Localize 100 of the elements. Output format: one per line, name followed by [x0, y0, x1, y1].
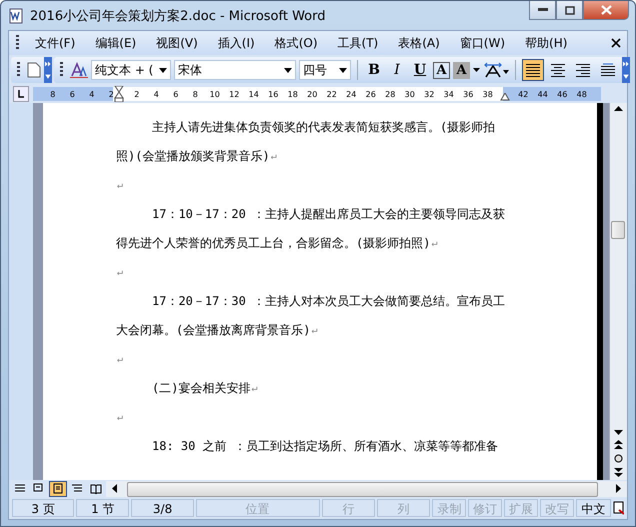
grip-handle[interactable] — [60, 62, 63, 78]
menu-item[interactable]: 格式(O) — [266, 32, 326, 54]
horizontal-ruler[interactable]: 8 6 4 2 2 4 6 8 10 12 14 16 18 20 22 24 26 28 30 32 34 36 38 42 44 46 48 — [33, 87, 601, 101]
scroll-left-icon[interactable] — [112, 484, 117, 493]
tab-selector-icon[interactable] — [13, 86, 29, 102]
paragraph-mark: ↵ — [117, 267, 124, 278]
paragraph-mark: ↵ — [117, 412, 124, 423]
status-field: 扩展 — [504, 499, 538, 517]
vertical-scrollbar[interactable] — [609, 103, 627, 480]
align-left-button[interactable] — [522, 59, 544, 81]
ruler-number: 4 — [88, 90, 96, 98]
styles-formatting-icon[interactable] — [70, 62, 88, 78]
scroll-right-icon[interactable] — [616, 484, 621, 493]
close-icon[interactable] — [611, 38, 621, 48]
align-left-icon — [525, 63, 541, 77]
status-field: 修订 — [468, 499, 502, 517]
ruler-number: 2 — [133, 90, 140, 98]
scroll-up-icon[interactable] — [614, 106, 623, 111]
browse-object-icon[interactable] — [614, 454, 623, 463]
paragraph-mark: ↵ — [311, 325, 318, 336]
ruler-number: 24 — [345, 90, 358, 98]
menu-item[interactable]: 表格(A) — [390, 32, 448, 54]
previous-page-icon[interactable] — [614, 440, 623, 449]
ruler-number: 6 — [68, 90, 76, 98]
ruler-number: 34 — [442, 90, 455, 98]
ruler-number: 46 — [556, 90, 568, 98]
ruler-number: 38 — [482, 90, 494, 98]
minimize-icon — [538, 8, 548, 12]
font-size-dropdown[interactable]: 四号 — [299, 60, 351, 80]
status-field: 位置 — [196, 499, 320, 517]
ruler-number: 20 — [306, 90, 318, 98]
status-field: 行 — [322, 499, 376, 517]
ruler-number: 14 — [248, 90, 260, 98]
style-dropdown[interactable]: 纯文本 + ( — [91, 60, 171, 80]
ruler-number: 10 — [208, 90, 221, 98]
ruler-number: 36 — [462, 90, 474, 98]
caret-icon[interactable] — [473, 68, 480, 72]
spelling-status-icon — [613, 501, 624, 515]
close-button[interactable] — [583, 1, 629, 20]
ruler-number: 16 — [267, 90, 280, 98]
menu-item[interactable]: 工具(T) — [330, 32, 386, 54]
ruler-number: 2 — [108, 90, 115, 98]
status-field: 3 页 — [12, 499, 74, 517]
next-page-icon[interactable] — [614, 468, 623, 477]
grip-handle[interactable] — [16, 35, 19, 51]
status-field: 改写 — [540, 499, 574, 517]
underline-button[interactable]: U — [410, 60, 430, 80]
lines-icon — [14, 483, 26, 494]
document-text: 17：10－17：20 ：主持人提醒出席员工大会的主要领导同志及获 — [152, 206, 506, 223]
status-field: 录制 — [432, 499, 466, 517]
ruler-number: 26 — [364, 90, 377, 98]
scroll-thumb[interactable] — [611, 221, 625, 239]
character-shading-button[interactable]: A — [453, 62, 470, 78]
close-icon — [600, 5, 612, 15]
print-layout-button[interactable] — [49, 480, 67, 496]
ruler-number: 44 — [536, 90, 549, 98]
menu-item[interactable]: 窗口(W) — [452, 32, 514, 54]
paragraph-mark: ↵ — [117, 180, 124, 191]
toolbar-options-icon[interactable] — [622, 57, 630, 83]
status-field: 中文 — [576, 499, 612, 517]
window-title: 2016小公司年会策划方案2.doc - Microsoft Word — [30, 8, 326, 24]
menu-item[interactable]: 文件(F) — [27, 32, 84, 54]
paragraph-mark: ↵ — [251, 383, 258, 394]
maximize-button[interactable] — [556, 1, 583, 20]
align-right-icon — [575, 63, 591, 77]
new-document-icon[interactable] — [27, 62, 41, 78]
grip-handle[interactable] — [17, 62, 20, 78]
page-icon — [33, 483, 45, 494]
right-indent-icon[interactable] — [500, 93, 510, 101]
menu-item[interactable]: 帮助(H) — [517, 32, 576, 54]
status-field: 列 — [377, 499, 430, 517]
minimize-button[interactable] — [529, 1, 556, 20]
caret-icon — [339, 68, 347, 72]
document-page[interactable] — [43, 103, 597, 480]
horizontal-scrollbar[interactable] — [106, 480, 627, 496]
ruler-number: 28 — [384, 90, 396, 98]
character-scale-icon[interactable] — [483, 62, 509, 78]
scroll-thumb[interactable] — [127, 482, 598, 496]
font-dropdown[interactable]: 宋体 — [174, 60, 296, 80]
paragraph-mark: ↵ — [431, 238, 438, 249]
ruler-number: 32 — [423, 90, 436, 98]
bold-button[interactable]: B — [364, 60, 384, 80]
paragraph-mark: ↵ — [117, 354, 124, 365]
toolbar-options-icon[interactable] — [44, 57, 52, 83]
menu-item[interactable]: 插入(I) — [210, 32, 263, 54]
ruler-number: 48 — [576, 90, 588, 98]
word-document-icon — [8, 8, 24, 24]
ruler-number: 30 — [404, 90, 416, 98]
caret-icon — [284, 68, 292, 72]
scroll-down-icon[interactable] — [614, 430, 623, 435]
menu-item[interactable]: 视图(V) — [148, 32, 206, 54]
ruler-number: 6 — [172, 90, 180, 98]
ruler-number: 22 — [326, 90, 338, 98]
distributed-icon — [600, 63, 616, 77]
menu-item[interactable]: 编辑(E) — [87, 32, 144, 54]
center-icon — [550, 63, 566, 77]
italic-button[interactable]: I — [387, 60, 407, 80]
character-border-button[interactable]: A — [433, 62, 450, 78]
document-text: 17：20－17：30 ：主持人对本次员工大会做简要总结。宣布员工 — [152, 293, 506, 310]
indent-marker-icon[interactable] — [114, 86, 124, 102]
